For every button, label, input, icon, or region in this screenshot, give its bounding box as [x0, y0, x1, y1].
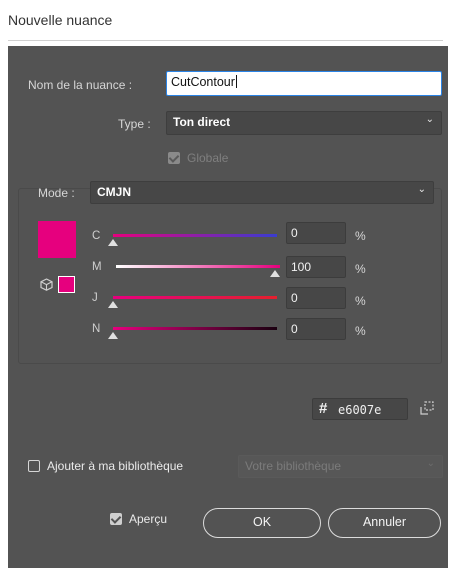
- type-select[interactable]: Ton direct ⌄: [166, 111, 442, 135]
- cyan-slider-track[interactable]: [113, 234, 277, 237]
- hex-color-field[interactable]: # e6007e: [312, 398, 408, 420]
- percent-label: %: [355, 294, 366, 308]
- magenta-slider-track[interactable]: [116, 265, 280, 268]
- color-mode-group: [18, 188, 442, 364]
- library-select[interactable]: Votre bibliothèque ⌄: [238, 455, 443, 478]
- black-slider-track[interactable]: [113, 327, 277, 330]
- channel-label: C: [92, 230, 101, 242]
- library-select-placeholder: Votre bibliothèque: [245, 459, 342, 473]
- percent-label: %: [355, 262, 366, 276]
- add-to-library-label: Ajouter à ma bibliothèque: [47, 459, 184, 473]
- chevron-down-icon: ⌄: [425, 114, 434, 125]
- black-slider-thumb[interactable]: [108, 332, 118, 339]
- channel-label: M: [92, 261, 102, 273]
- mode-select-value: CMJN: [97, 185, 132, 199]
- cyan-value-field[interactable]: 0: [286, 222, 346, 244]
- color-preview-swatch: [38, 221, 76, 258]
- dialog-titlebar: Nouvelle nuance: [0, 0, 449, 40]
- mode-label: Mode :: [38, 186, 75, 200]
- magenta-slider-thumb[interactable]: [270, 270, 280, 277]
- chevron-down-icon: ⌄: [426, 458, 435, 469]
- global-label: Globale: [187, 151, 229, 165]
- dialog-title: Nouvelle nuance: [8, 12, 113, 28]
- hex-value: e6007e: [338, 403, 382, 417]
- color-picker-icon[interactable]: [420, 401, 434, 415]
- preview-label: Aperçu: [129, 512, 168, 526]
- in-gamut-swatch[interactable]: [58, 276, 75, 293]
- channel-label: N: [92, 323, 101, 335]
- global-checkbox[interactable]: [168, 152, 180, 164]
- yellow-slider-track[interactable]: [113, 296, 277, 299]
- percent-label: %: [355, 229, 366, 243]
- swatch-name-label: Nom de la nuance :: [28, 78, 133, 92]
- cube-icon[interactable]: [40, 278, 53, 291]
- ok-button[interactable]: OK: [203, 508, 321, 538]
- magenta-value-field[interactable]: 100: [286, 256, 346, 278]
- swatch-name-input[interactable]: CutContour: [166, 71, 442, 96]
- preview-checkbox[interactable]: [110, 513, 122, 525]
- yellow-slider-thumb[interactable]: [108, 301, 118, 308]
- channel-label: J: [92, 292, 98, 304]
- percent-label: %: [355, 324, 366, 338]
- add-to-library-checkbox[interactable]: [28, 460, 40, 472]
- cancel-button[interactable]: Annuler: [328, 508, 441, 538]
- type-select-value: Ton direct: [173, 115, 231, 129]
- hash-symbol: #: [319, 400, 328, 417]
- cyan-slider-thumb[interactable]: [108, 239, 118, 246]
- type-label: Type :: [118, 117, 151, 131]
- mode-select[interactable]: CMJN ⌄: [90, 181, 434, 204]
- chevron-down-icon: ⌄: [417, 184, 426, 195]
- yellow-value-field[interactable]: 0: [286, 287, 346, 309]
- title-divider: [8, 40, 443, 41]
- black-value-field[interactable]: 0: [286, 318, 346, 340]
